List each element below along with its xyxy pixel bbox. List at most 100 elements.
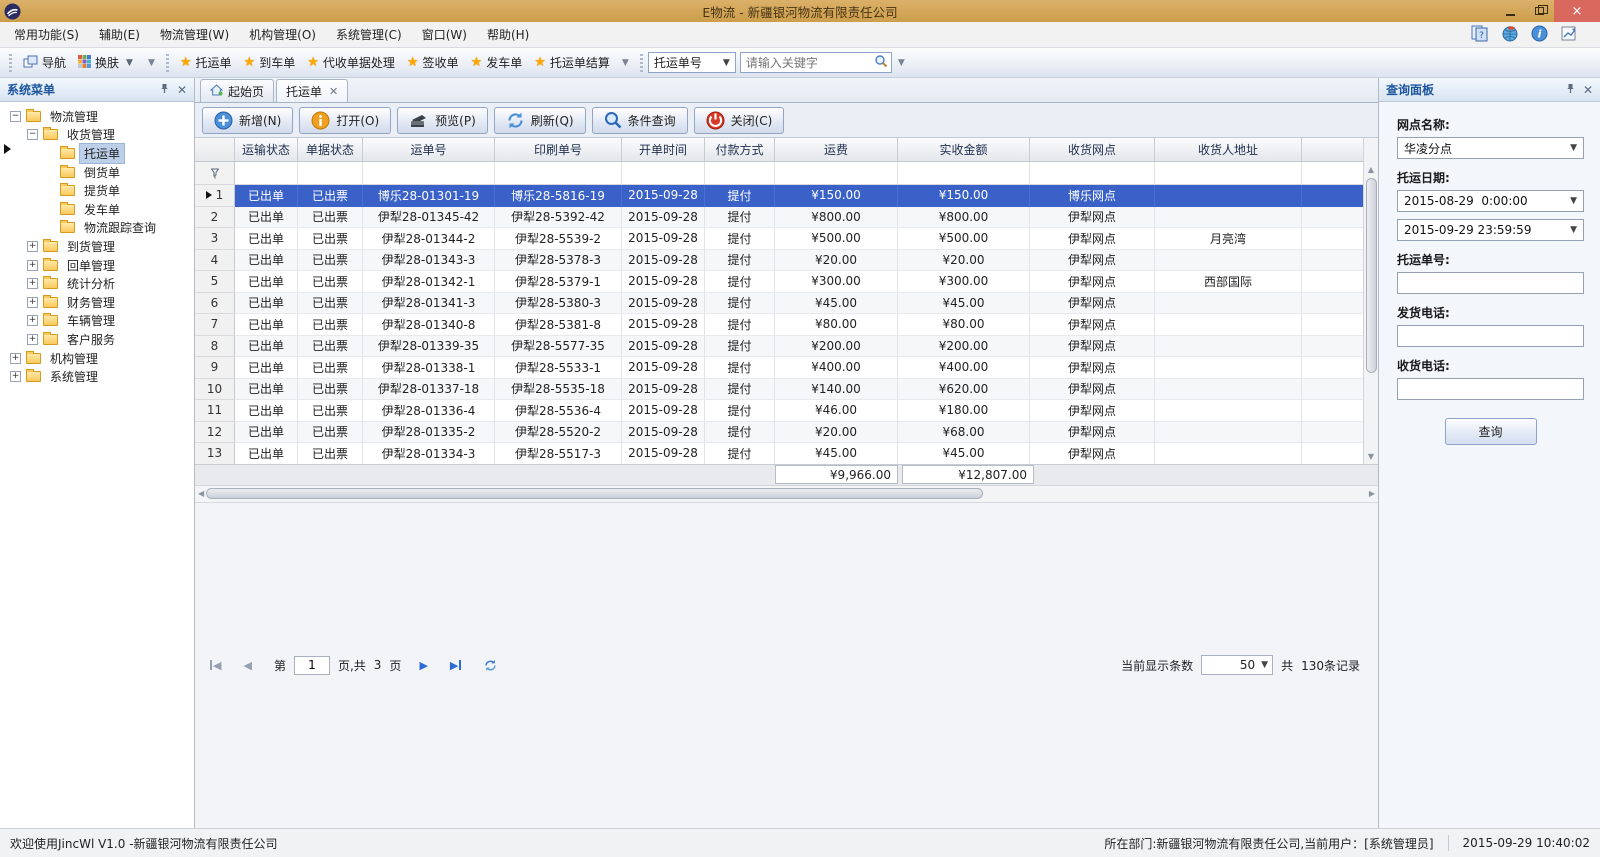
navigation-button[interactable]: 导航 (17, 51, 72, 74)
tab-consignment[interactable]: 托运单 ✕ (276, 79, 348, 102)
query-button[interactable]: 查询 (1445, 418, 1537, 445)
keyword-search-input[interactable] (741, 56, 874, 70)
menu-item-4[interactable]: 机构管理(O) (239, 22, 326, 47)
close-panel-icon[interactable]: ✕ (177, 83, 187, 97)
tree-item-5[interactable]: 提货单 (0, 181, 194, 200)
expand-icon[interactable]: + (27, 260, 38, 271)
column-header-transport-status[interactable]: 运输状态 (235, 138, 298, 161)
horizontal-scrollbar[interactable]: ◀ ▶ (195, 486, 1378, 503)
scroll-right-icon[interactable]: ▶ (1369, 486, 1375, 501)
filter-cell-transport-status[interactable] (235, 162, 298, 184)
column-header-branch[interactable]: 收货网点 (1030, 138, 1155, 161)
favorite-shortcut-4[interactable]: ★签收单 (401, 51, 465, 74)
tree-item-9[interactable]: +回单管理 (0, 256, 194, 275)
filter-cell-pay-method[interactable] (705, 162, 775, 184)
favorite-shortcut-1[interactable]: ★托运单 (174, 51, 238, 74)
table-row[interactable]: 8已出单已出票伊犁28-01339-35伊犁28-5577-352015-09-… (195, 336, 1363, 358)
favorite-shortcut-3[interactable]: ★代收单据处理 (301, 51, 401, 74)
pin-icon[interactable] (160, 83, 169, 97)
table-row[interactable]: 3已出单已出票伊犁28-01344-2伊犁28-5539-22015-09-28… (195, 228, 1363, 250)
menu-item-3[interactable]: 物流管理(W) (150, 22, 239, 47)
next-page-icon[interactable]: ▶ (419, 659, 427, 672)
table-row[interactable]: 6已出单已出票伊犁28-01341-3伊犁28-5380-32015-09-28… (195, 293, 1363, 315)
first-page-icon[interactable]: ◀ (209, 659, 221, 672)
page-size-select[interactable]: 50 ▼ (1201, 655, 1273, 675)
expand-icon[interactable]: + (10, 353, 21, 364)
table-row[interactable]: 1已出单已出票博乐28-01301-19博乐28-5816-192015-09-… (195, 185, 1363, 207)
tree-item-2[interactable]: −收货管理 (0, 126, 194, 145)
ship-phone-input[interactable] (1397, 325, 1584, 347)
pin-icon[interactable] (1566, 83, 1575, 97)
menu-item-7[interactable]: 帮助(H) (477, 22, 539, 47)
scroll-down-icon[interactable]: ▼ (1368, 449, 1374, 464)
expand-icon[interactable]: + (27, 334, 38, 345)
menu-item-2[interactable]: 辅助(E) (89, 22, 150, 47)
filter-cell-waybill-no[interactable] (363, 162, 495, 184)
tree-item-1[interactable]: −物流管理 (0, 107, 194, 126)
globe-icon[interactable] (1501, 25, 1519, 45)
report-icon[interactable] (1560, 25, 1578, 45)
toolbar-grip[interactable] (640, 54, 643, 72)
close-panel-icon[interactable]: ✕ (1583, 83, 1593, 97)
scroll-up-icon[interactable]: ▲ (1368, 162, 1374, 177)
tree-item-13[interactable]: +客户服务 (0, 330, 194, 349)
column-header-receiver-address[interactable]: 收货人地址 (1155, 138, 1302, 161)
search-category-select[interactable]: 托运单号 ▼ (648, 52, 736, 73)
tree-item-3[interactable]: 托运单 (0, 144, 194, 163)
filter-cell-freight[interactable] (775, 162, 898, 184)
tree-item-12[interactable]: +车辆管理 (0, 312, 194, 331)
column-header-waybill-no[interactable]: 运单号 (363, 138, 495, 161)
minimize-button[interactable] (1496, 0, 1525, 22)
tree-item-15[interactable]: +系统管理 (0, 367, 194, 386)
close-button[interactable]: 关闭(C) (694, 107, 785, 134)
condition-query-button[interactable]: 条件查询 (592, 107, 688, 134)
prev-page-icon[interactable]: ◀ (243, 659, 251, 672)
skin-button[interactable]: 换肤 ▼ (72, 51, 142, 74)
waybill-no-input[interactable] (1397, 272, 1584, 294)
collapse-icon[interactable]: − (27, 129, 38, 140)
column-header-pay-method[interactable]: 付款方式 (705, 138, 775, 161)
column-header-received-amount[interactable]: 实收金额 (898, 138, 1030, 161)
open-button[interactable]: 打开(O) (299, 107, 391, 134)
vertical-scroll-thumb[interactable] (1366, 178, 1377, 373)
column-header-print-no[interactable]: 印刷单号 (495, 138, 622, 161)
toolbar-overflow-icon[interactable]: ▼ (144, 56, 159, 70)
last-page-icon[interactable]: ▶ (450, 659, 462, 672)
tree-item-14[interactable]: +机构管理 (0, 349, 194, 368)
search-magnifier-icon[interactable] (874, 54, 888, 71)
page-number-input[interactable] (294, 656, 330, 675)
filter-cell-open-time[interactable] (622, 162, 705, 184)
tree-item-10[interactable]: +统计分析 (0, 274, 194, 293)
table-row[interactable]: 5已出单已出票伊犁28-01342-1伊犁28-5379-12015-09-28… (195, 271, 1363, 293)
search-overflow-icon[interactable]: ▼ (894, 56, 909, 70)
date-to-select[interactable]: 2015-09-29 23:59:59 ▼ (1397, 219, 1584, 241)
favorite-shortcut-5[interactable]: ★发车单 (465, 51, 529, 74)
table-row[interactable]: 7已出单已出票伊犁28-01340-8伊犁28-5381-82015-09-28… (195, 314, 1363, 336)
expand-icon[interactable]: + (10, 371, 21, 382)
horizontal-scroll-thumb[interactable] (206, 488, 983, 499)
table-row[interactable]: 9已出单已出票伊犁28-01338-1伊犁28-5533-12015-09-28… (195, 357, 1363, 379)
preview-button[interactable]: 预览(P) (397, 107, 488, 134)
favorite-shortcut-2[interactable]: ★到车单 (238, 51, 302, 74)
table-row[interactable]: 10已出单已出票伊犁28-01337-18伊犁28-5535-182015-09… (195, 379, 1363, 401)
tree-item-4[interactable]: 倒货单 (0, 163, 194, 182)
expand-icon[interactable]: + (27, 278, 38, 289)
scroll-left-icon[interactable]: ◀ (198, 486, 204, 501)
filter-cell-received-amount[interactable] (898, 162, 1030, 184)
help-doc-icon[interactable]: ? (1471, 25, 1489, 45)
menu-item-1[interactable]: 常用功能(S) (4, 22, 89, 47)
filter-cell-branch[interactable] (1030, 162, 1155, 184)
filter-cell-receiver-address[interactable] (1155, 162, 1302, 184)
close-button[interactable]: × (1554, 0, 1600, 22)
recv-phone-input[interactable] (1397, 378, 1584, 400)
filter-cell-doc-status[interactable] (298, 162, 363, 184)
filter-cell-print-no[interactable] (495, 162, 622, 184)
column-header-open-time[interactable]: 开单时间 (622, 138, 705, 161)
maximize-button[interactable] (1525, 0, 1554, 22)
tree-item-7[interactable]: 物流跟踪查询 (0, 219, 194, 238)
branch-name-select[interactable]: 华凌分点 ▼ (1397, 137, 1584, 159)
column-header-freight[interactable]: 运费 (775, 138, 898, 161)
vertical-scrollbar[interactable]: ▲ ▼ (1363, 138, 1378, 464)
tab-close-icon[interactable]: ✕ (329, 85, 338, 98)
column-header-doc-status[interactable]: 单据状态 (298, 138, 363, 161)
